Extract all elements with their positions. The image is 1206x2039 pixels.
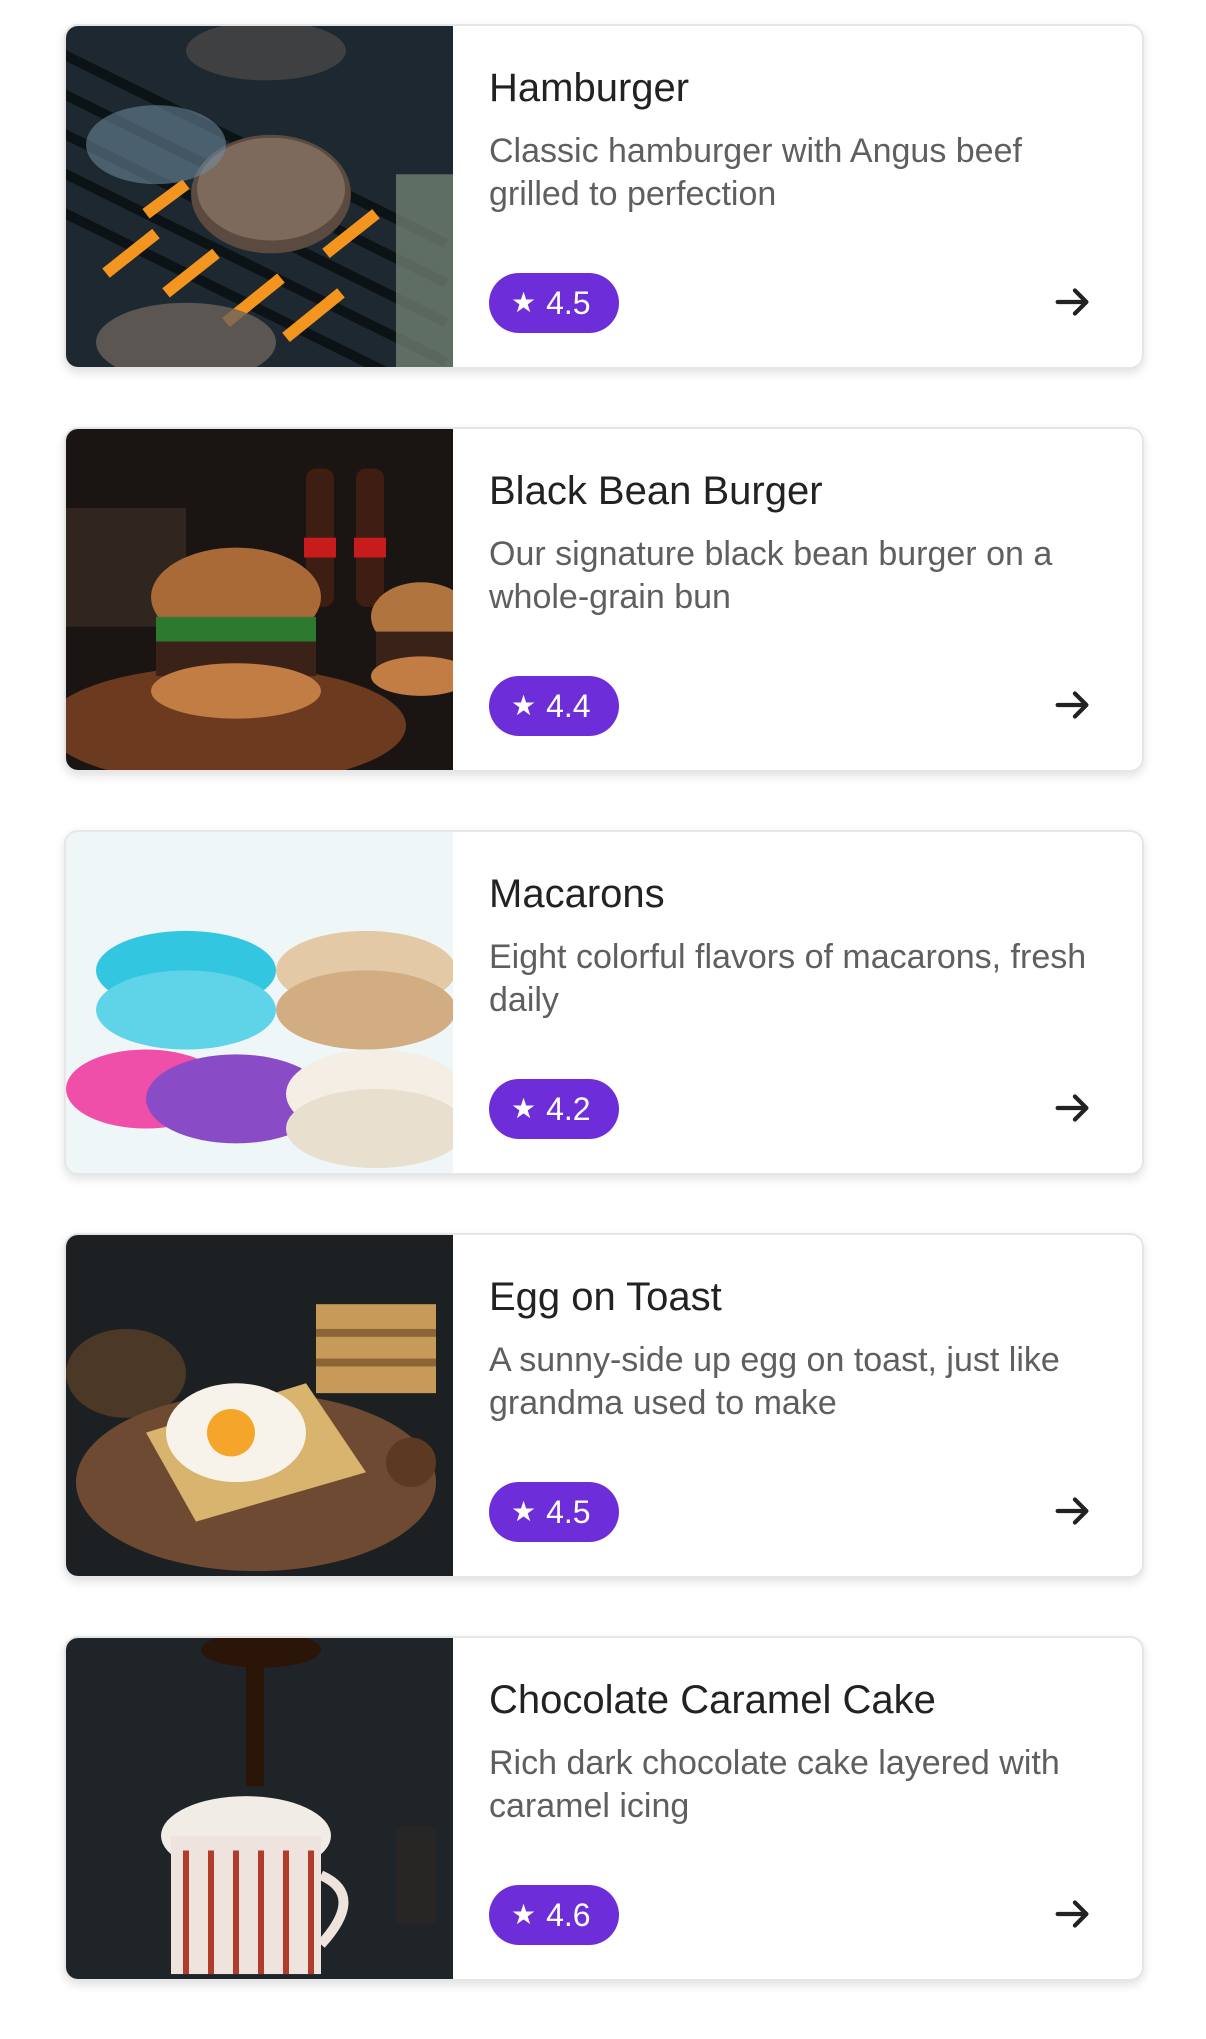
card-content: Macarons Eight colorful flavors of macar… <box>453 832 1142 1173</box>
chocolate-caramel-cake-image <box>66 1638 453 1979</box>
arrow-right-icon[interactable] <box>1050 1891 1096 1937</box>
card-description: Classic hamburger with Angus beef grille… <box>489 132 1022 213</box>
card-description: A sunny-side up egg on toast, just like … <box>489 1341 1060 1422</box>
arrow-right-icon[interactable] <box>1050 279 1096 325</box>
card-content: Hamburger Classic hamburger with Angus b… <box>453 26 1142 367</box>
rating-badge: ★ 4.5 <box>489 1482 619 1542</box>
rating-badge: ★ 4.4 <box>489 676 619 736</box>
star-icon: ★ <box>511 690 537 721</box>
card-title: Macarons <box>489 872 665 916</box>
rating-value: 4.4 <box>546 687 591 724</box>
card-description: Rich dark chocolate cake layered with ca… <box>489 1744 1060 1825</box>
card-content: Chocolate Caramel Cake Rich dark chocola… <box>453 1638 1142 1979</box>
menu-card-macarons[interactable]: Macarons Eight colorful flavors of macar… <box>64 830 1144 1175</box>
arrow-right-icon[interactable] <box>1050 682 1096 728</box>
menu-list: Hamburger Classic hamburger with Angus b… <box>64 24 1144 2039</box>
rating-value: 4.6 <box>546 1896 591 1933</box>
card-content: Egg on Toast A sunny-side up egg on toas… <box>453 1235 1142 1576</box>
menu-card-egg-on-toast[interactable]: Egg on Toast A sunny-side up egg on toas… <box>64 1233 1144 1578</box>
card-description: Our signature black bean burger on a who… <box>489 535 1053 616</box>
card-title: Egg on Toast <box>489 1275 722 1319</box>
black-bean-burger-image <box>66 429 453 770</box>
menu-card-hamburger[interactable]: Hamburger Classic hamburger with Angus b… <box>64 24 1144 369</box>
card-content: Black Bean Burger Our signature black be… <box>453 429 1142 770</box>
rating-badge: ★ 4.6 <box>489 1885 619 1945</box>
star-icon: ★ <box>511 287 537 318</box>
menu-card-chocolate-caramel-cake[interactable]: Chocolate Caramel Cake Rich dark chocola… <box>64 1636 1144 1981</box>
star-icon: ★ <box>511 1093 537 1124</box>
rating-badge: ★ 4.2 <box>489 1079 619 1139</box>
rating-value: 4.2 <box>546 1090 591 1127</box>
card-title: Chocolate Caramel Cake <box>489 1678 936 1722</box>
arrow-right-icon[interactable] <box>1050 1488 1096 1534</box>
menu-card-black-bean-burger[interactable]: Black Bean Burger Our signature black be… <box>64 427 1144 772</box>
card-title: Hamburger <box>489 66 690 110</box>
hamburger-image <box>66 26 453 367</box>
star-icon: ★ <box>511 1899 537 1930</box>
card-title: Black Bean Burger <box>489 469 823 513</box>
arrow-right-icon[interactable] <box>1050 1085 1096 1131</box>
rating-value: 4.5 <box>546 284 591 321</box>
rating-badge: ★ 4.5 <box>489 273 619 333</box>
rating-value: 4.5 <box>546 1493 591 1530</box>
egg-on-toast-image <box>66 1235 453 1576</box>
card-description: Eight colorful flavors of macarons, fres… <box>489 938 1087 1019</box>
macarons-image <box>66 832 453 1173</box>
star-icon: ★ <box>511 1496 537 1527</box>
